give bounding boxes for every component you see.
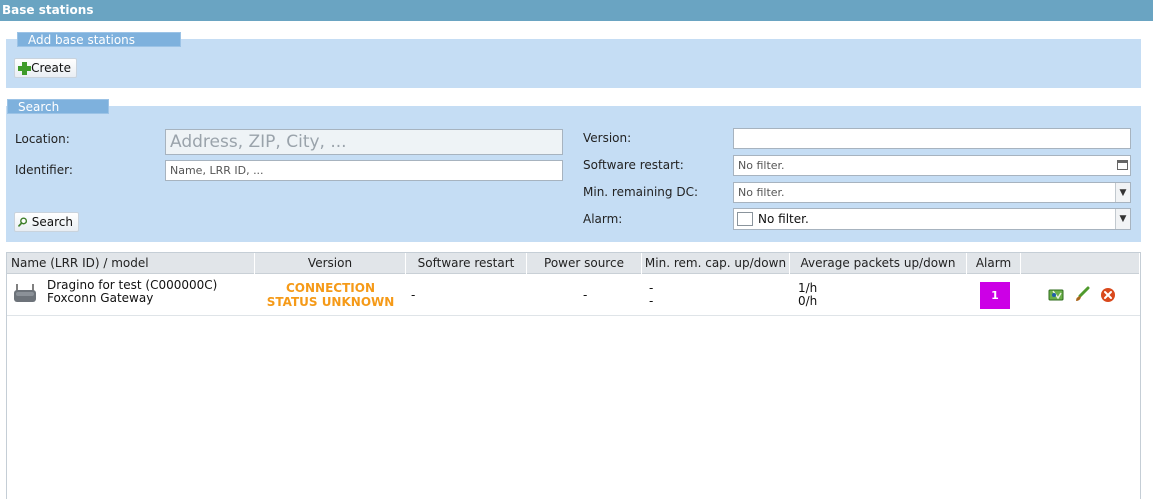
row-packets-up: 1/h <box>798 281 818 295</box>
window-title: Base stations <box>0 0 1153 21</box>
table-row[interactable]: Dragino for test (C000000C) Foxconn Gate… <box>7 275 1140 316</box>
alarm-label: Alarm: <box>583 212 623 226</box>
row-version-status: CONNECTION STATUS UNKNOWN <box>255 281 406 309</box>
location-label: Location: <box>15 132 70 146</box>
min-dc-label: Min. remaining DC: <box>583 185 698 199</box>
base-stations-grid: Name (LRR ID) / model Version Software r… <box>6 252 1141 499</box>
calendar-icon[interactable] <box>1115 157 1129 173</box>
search-button[interactable]: Search <box>14 212 79 232</box>
column-header-avg-packets[interactable]: Average packets up/down <box>790 253 967 274</box>
identifier-input[interactable]: Name, LRR ID, ... <box>165 160 563 181</box>
software-restart-label: Software restart: <box>583 158 684 172</box>
gateway-icon <box>14 284 36 302</box>
create-button[interactable]: Create <box>14 58 77 78</box>
create-button-label: Create <box>31 61 71 75</box>
row-version-line1: CONNECTION <box>286 281 375 295</box>
alarm-badge[interactable]: 1 <box>980 282 1010 309</box>
column-header-name[interactable]: Name (LRR ID) / model <box>7 253 255 274</box>
alarm-select[interactable]: No filter. ▼ <box>733 208 1131 230</box>
edit-icon[interactable] <box>1074 286 1090 302</box>
grid-header: Name (LRR ID) / model Version Software r… <box>7 253 1140 274</box>
location-input[interactable]: Address, ZIP, City, ... <box>165 129 563 155</box>
column-header-power-source[interactable]: Power source <box>527 253 642 274</box>
column-header-software-restart[interactable]: Software restart <box>406 253 527 274</box>
alarm-color-swatch <box>737 212 753 226</box>
chevron-down-icon[interactable]: ▼ <box>1115 183 1130 202</box>
add-base-stations-legend: Add base stations <box>17 32 181 47</box>
alarm-value: No filter. <box>758 212 809 226</box>
row-min-cap-down: - <box>649 294 654 308</box>
map-icon[interactable] <box>1048 287 1064 303</box>
column-header-alarm[interactable]: Alarm <box>967 253 1021 274</box>
location-placeholder: Address, ZIP, City, ... <box>170 132 347 152</box>
search-button-label: Search <box>31 215 73 229</box>
version-input[interactable] <box>733 128 1131 149</box>
row-packets-down: 0/h <box>798 294 818 308</box>
identifier-label: Identifier: <box>15 163 73 177</box>
identifier-placeholder: Name, LRR ID, ... <box>170 164 264 177</box>
version-label: Version: <box>583 131 632 145</box>
min-dc-value: No filter. <box>738 186 785 199</box>
delete-icon[interactable] <box>1100 287 1116 303</box>
column-header-version[interactable]: Version <box>255 253 406 274</box>
row-min-cap-up: - <box>649 281 654 295</box>
column-header-min-rem-cap[interactable]: Min. rem. cap. up/down <box>642 253 790 274</box>
row-software-restart: - <box>411 288 416 302</box>
row-power-source: - <box>583 288 588 302</box>
software-restart-value: No filter. <box>738 159 785 172</box>
row-version-line2: STATUS UNKNOWN <box>266 295 395 309</box>
row-model: Foxconn Gateway <box>47 291 154 305</box>
min-dc-select[interactable]: No filter. ▼ <box>733 182 1131 203</box>
magnifier-icon <box>18 217 28 227</box>
software-restart-field[interactable]: No filter. <box>733 155 1131 176</box>
chevron-down-icon[interactable]: ▼ <box>1115 209 1130 229</box>
row-name: Dragino for test (C000000C) <box>47 278 218 292</box>
search-legend: Search <box>7 99 109 114</box>
column-header-actions <box>1021 253 1140 274</box>
plus-icon <box>18 61 32 75</box>
